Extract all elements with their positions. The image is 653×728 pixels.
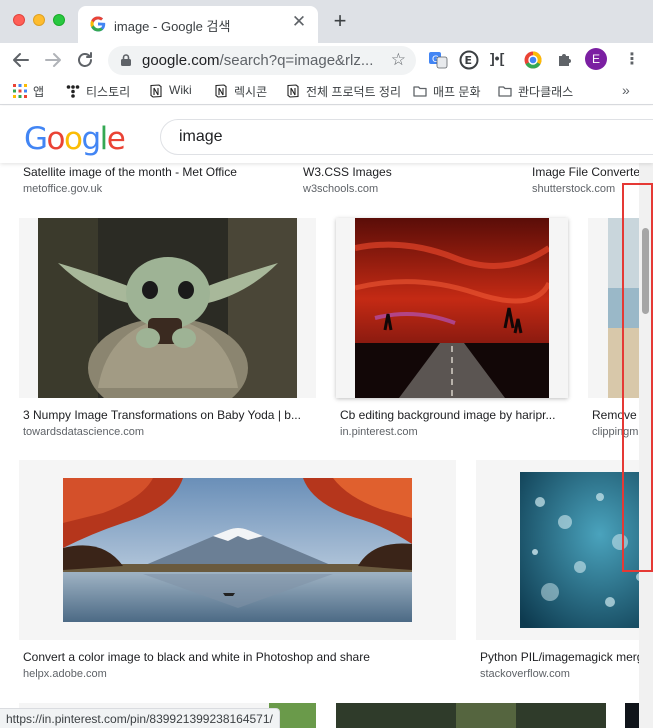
tistory-icon (66, 85, 80, 98)
bookmark-label: 전체 프로덕트 정리 (306, 85, 401, 99)
bookmark-label: 콴다클래스 (518, 85, 574, 99)
url-path: /search?q=image&rlz... (219, 52, 374, 69)
result-title[interactable]: Python PIL/imagemagick merg (480, 650, 653, 664)
url-host: google.com (142, 52, 220, 69)
result-thumbnail[interactable] (19, 218, 316, 398)
minimize-window-button[interactable] (33, 14, 45, 26)
apps-grid-icon (13, 84, 27, 98)
bookmark-label: 매프 문화 (433, 85, 481, 99)
notion-icon (150, 84, 162, 98)
color-picker-extension-icon[interactable] (523, 50, 543, 70)
search-input[interactable] (179, 128, 599, 146)
bookmark-label: 티스토리 (86, 85, 131, 99)
partial-image (336, 703, 606, 728)
bookmarks-bar: 앱 티스토리 Wiki 렉시콘 전체 프로덕트 정리 매프 문화 콴다클래스 » (0, 77, 653, 105)
mount-fuji-image (63, 478, 412, 622)
result-thumbnail-partial[interactable] (336, 703, 606, 728)
result-source[interactable]: w3schools.com (303, 183, 513, 195)
result-card-mount-fuji[interactable]: Convert a color image to black and white… (19, 460, 456, 685)
result-title[interactable]: Cb editing background image by haripr... (340, 408, 566, 422)
forward-button[interactable] (40, 47, 66, 73)
more-bookmarks-icon[interactable]: » (622, 82, 630, 98)
status-bar-url: https://in.pinterest.com/pin/83992139923… (0, 708, 280, 728)
result-title[interactable]: 3 Numpy Image Transformations on Baby Yo… (23, 408, 313, 422)
profile-avatar[interactable]: E (585, 48, 607, 70)
result-title[interactable]: Image File Converter - (532, 165, 653, 179)
result-card-w3schools[interactable]: W3.CSS Images w3schools.com (300, 163, 520, 203)
reload-button[interactable] (72, 47, 98, 73)
result-source[interactable]: helpx.adobe.com (23, 668, 456, 680)
tab-strip: image - Google 검색 ✕ + (0, 0, 653, 43)
url-text[interactable]: google.com/search?q=image&rlz... (142, 52, 373, 69)
tab-title: image - Google 검색 (114, 19, 231, 34)
bracket-extension-icon[interactable]: ]•[ (490, 50, 504, 66)
google-logo[interactable]: Google (24, 121, 126, 157)
folder-icon (498, 86, 512, 97)
arrow-left-icon (13, 53, 29, 67)
close-tab-icon[interactable]: ✕ (290, 13, 308, 31)
red-sky-road-image (355, 218, 549, 398)
grammar-extension-icon[interactable]: E (459, 50, 479, 70)
logo-letter: e (106, 121, 126, 157)
bookmark-label: 앱 (33, 85, 45, 99)
logo-letter: l (99, 121, 109, 157)
logo-letter: g (81, 121, 101, 157)
close-window-button[interactable] (13, 14, 25, 26)
search-box[interactable] (160, 119, 653, 155)
google-header: Google (0, 106, 653, 163)
notion-icon (287, 84, 299, 98)
result-card-metoffice[interactable]: Satellite image of the month - Met Offic… (0, 163, 300, 203)
result-source[interactable]: stackoverflow.com (480, 668, 653, 680)
result-title[interactable]: Satellite image of the month - Met Offic… (23, 165, 293, 179)
result-title[interactable]: Convert a color image to black and white… (23, 650, 456, 664)
result-card-red-sky[interactable]: Cb editing background image by haripr...… (336, 218, 568, 443)
result-card-baby-yoda[interactable]: 3 Numpy Image Transformations on Baby Yo… (19, 218, 316, 443)
new-tab-button[interactable]: + (328, 10, 352, 34)
notion-icon (215, 84, 227, 98)
maximize-window-button[interactable] (53, 14, 65, 26)
google-favicon-icon (90, 16, 106, 32)
baby-yoda-image (38, 218, 297, 398)
result-source[interactable]: in.pinterest.com (340, 426, 566, 438)
logo-letter: o (64, 121, 83, 157)
back-button[interactable] (8, 47, 34, 73)
image-results-grid: Satellite image of the month - Met Offic… (0, 163, 653, 728)
result-source[interactable]: metoffice.gov.uk (23, 183, 293, 195)
logo-letter: G (24, 121, 48, 157)
bookmark-star-icon[interactable]: ☆ (391, 50, 406, 70)
extensions-puzzle-icon[interactable] (555, 50, 575, 70)
reload-icon (78, 52, 92, 67)
svg-text:E: E (465, 54, 473, 67)
translate-extension-icon[interactable]: G (428, 50, 448, 70)
result-title[interactable]: W3.CSS Images (303, 165, 513, 179)
result-thumbnail[interactable] (336, 218, 568, 398)
bookmark-label: 렉시콘 (234, 85, 268, 99)
folder-icon (413, 86, 427, 97)
arrow-right-icon (45, 53, 61, 67)
lock-icon (121, 54, 131, 66)
result-thumbnail[interactable] (19, 460, 456, 640)
highlight-box (622, 183, 653, 572)
address-bar[interactable]: google.com/search?q=image&rlz... ☆ (108, 46, 416, 75)
bookmark-label: Wiki (169, 83, 192, 97)
browser-toolbar: google.com/search?q=image&rlz... ☆ G E ]… (0, 43, 653, 77)
result-source[interactable]: towardsdatascience.com (23, 426, 313, 438)
browser-menu-icon[interactable]: ⋮ (624, 49, 640, 69)
logo-letter: o (46, 121, 66, 157)
active-tab[interactable]: image - Google 검색 ✕ (78, 6, 318, 43)
